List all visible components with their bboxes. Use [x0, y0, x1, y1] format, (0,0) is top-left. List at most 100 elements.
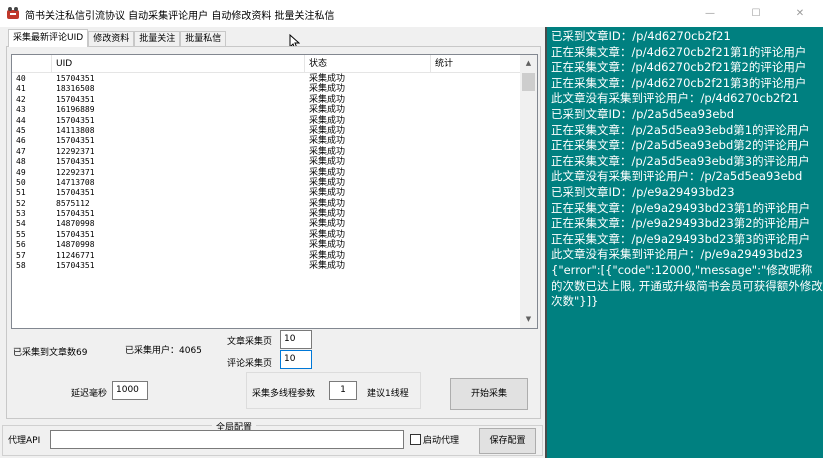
minimize-button[interactable]: —	[687, 0, 733, 27]
tab-panel-collect: UID 状态 统计 40 15704351 采集成功 41 18316508 采集成功 42…	[6, 46, 541, 419]
row-status: 采集成功	[309, 125, 346, 136]
row-status: 采集成功	[309, 84, 346, 95]
tab-collect-comment-uid[interactable]: 采集最新评论UID	[8, 29, 89, 47]
row-uid: 8575112	[56, 198, 90, 208]
tab-edit-profile[interactable]: 修改资料	[88, 31, 135, 47]
row-status: 采集成功	[309, 229, 346, 240]
main-panel: 采集最新评论UID 修改资料 批量关注 批量私信 UID 状态 统计 40 157…	[0, 27, 545, 458]
log-output-panel[interactable]: 已采到文章ID：/p/4d6270cb2f21 正在采集文章：/p/4d6270c…	[545, 27, 823, 458]
delay-input[interactable]: 1000	[112, 381, 148, 400]
start-collect-button[interactable]: 开始采集	[450, 378, 528, 410]
article-pages-label: 文章采集页	[227, 337, 273, 347]
row-uid: 15704351	[56, 94, 95, 104]
row-index: 46	[16, 136, 26, 146]
row-index: 56	[16, 240, 26, 250]
article-pages-input[interactable]: 10	[280, 330, 312, 349]
table-row[interactable]: 55 15704351 采集成功	[12, 230, 522, 240]
table-header: UID 状态 统计	[12, 55, 522, 73]
threads-input[interactable]: 1	[329, 381, 357, 400]
row-status: 采集成功	[309, 240, 346, 251]
row-status: 采集成功	[309, 136, 346, 147]
table-row[interactable]: 41 18316508 采集成功	[12, 84, 522, 94]
table-row[interactable]: 43 16196889 采集成功	[12, 105, 522, 115]
table-row[interactable]: 46 15704351 采集成功	[12, 136, 522, 146]
row-status: 采集成功	[309, 167, 346, 178]
row-uid: 14113808	[56, 125, 95, 135]
row-index: 40	[16, 74, 26, 83]
log-line: 此文章没有采集到评论用户：/p/4d6270cb2f21	[551, 91, 800, 106]
row-uid: 15704351	[56, 74, 95, 83]
row-status: 采集成功	[309, 261, 346, 272]
table-row[interactable]: 56 14870998 采集成功	[12, 240, 522, 250]
row-uid: 14870998	[56, 219, 95, 229]
log-line: 此文章没有采集到评论用户：/p/e9a29493bd23	[551, 247, 803, 262]
row-index: 42	[16, 94, 26, 104]
row-index: 44	[16, 115, 26, 125]
col-header-index[interactable]	[12, 55, 52, 73]
row-uid: 16196889	[56, 105, 95, 115]
row-index: 50	[16, 177, 26, 187]
enable-proxy-checkbox[interactable]	[410, 434, 421, 445]
table-row[interactable]: 54 14870998 采集成功	[12, 219, 522, 229]
row-uid: 14870998	[56, 240, 95, 250]
col-header-stats[interactable]: 统计	[431, 55, 522, 73]
row-uid: 15704351	[56, 115, 95, 125]
row-status: 采集成功	[309, 115, 346, 126]
table-row[interactable]: 50 14713708 采集成功	[12, 178, 522, 188]
table-row[interactable]: 49 12292371 采集成功	[12, 168, 522, 178]
table-row[interactable]: 40 15704351 采集成功	[12, 74, 522, 84]
log-line: 正在采集文章：/p/4d6270cb2f21第2的评论用户	[551, 60, 807, 75]
row-status: 采集成功	[309, 198, 346, 209]
table-row[interactable]: 53 15704351 采集成功	[12, 209, 522, 219]
log-line: 已采到文章ID：/p/2a5d5ea93ebd	[551, 106, 735, 121]
tab-batch-message[interactable]: 批量私信	[180, 31, 227, 47]
uid-result-table[interactable]: UID 状态 统计 40 15704351 采集成功 41 18316508 采集成功 42…	[11, 54, 538, 329]
row-uid: 12292371	[56, 146, 95, 156]
log-line: 正在采集文章：/p/e9a29493bd23第2的评论用户	[551, 216, 811, 231]
scroll-up-icon[interactable]: ▲	[520, 55, 537, 72]
close-button[interactable]: ✕	[777, 0, 823, 27]
row-status: 采集成功	[309, 74, 346, 84]
row-uid: 12292371	[56, 167, 95, 177]
tab-batch-follow[interactable]: 批量关注	[134, 31, 181, 47]
row-index: 45	[16, 125, 26, 135]
title-bar: 简书关注私信引流协议 自动采集评论用户 自动修改资料 批量关注私信 — ☐ ✕	[0, 0, 823, 27]
log-line: 正在采集文章：/p/2a5d5ea93ebd第1的评论用户	[551, 122, 810, 137]
col-header-uid[interactable]: UID	[52, 55, 305, 73]
scrollbar-thumb[interactable]	[522, 73, 535, 91]
scroll-down-icon[interactable]: ▼	[520, 311, 537, 328]
col-header-status[interactable]: 状态	[305, 55, 431, 73]
log-line: 正在采集文章：/p/2a5d5ea93ebd第3的评论用户	[551, 153, 810, 168]
comment-pages-input[interactable]: 10	[280, 350, 312, 369]
row-index: 49	[16, 167, 26, 177]
save-config-button[interactable]: 保存配置	[479, 428, 536, 454]
row-index: 47	[16, 146, 26, 156]
enable-proxy-label[interactable]: 启动代理	[423, 433, 459, 446]
maximize-button[interactable]: ☐	[733, 0, 779, 27]
row-index: 54	[16, 219, 26, 229]
proxy-api-input[interactable]	[50, 430, 404, 449]
threads-hint: 建议1线程	[367, 389, 409, 399]
row-uid: 14713708	[56, 177, 95, 187]
row-index: 55	[16, 229, 26, 239]
table-row[interactable]: 52 8575112 采集成功	[12, 199, 522, 209]
log-line: 正在采集文章：/p/4d6270cb2f21第3的评论用户	[551, 75, 807, 90]
proxy-api-label: 代理API	[8, 436, 41, 446]
table-vertical-scrollbar[interactable]: ▲ ▼	[520, 55, 537, 328]
table-row[interactable]: 58 15704351 采集成功	[12, 261, 522, 271]
log-line: 正在采集文章：/p/2a5d5ea93ebd第2的评论用户	[551, 138, 810, 153]
row-uid: 15704351	[56, 136, 95, 146]
row-status: 采集成功	[309, 157, 346, 168]
table-row[interactable]: 57 11246771 采集成功	[12, 251, 522, 261]
row-index: 53	[16, 209, 26, 219]
table-row[interactable]: 47 12292371 采集成功	[12, 147, 522, 157]
row-index: 48	[16, 157, 26, 167]
delay-label: 延迟毫秒	[71, 389, 108, 399]
table-row[interactable]: 42 15704351 采集成功	[12, 95, 522, 105]
row-status: 采集成功	[309, 209, 346, 220]
table-row[interactable]: 48 15704351 采集成功	[12, 157, 522, 167]
table-row[interactable]: 44 15704351 采集成功	[12, 116, 522, 126]
window-title: 简书关注私信引流协议 自动采集评论用户 自动修改资料 批量关注私信	[25, 11, 335, 22]
table-row[interactable]: 51 15704351 采集成功	[12, 188, 522, 198]
table-row[interactable]: 45 14113808 采集成功	[12, 126, 522, 136]
